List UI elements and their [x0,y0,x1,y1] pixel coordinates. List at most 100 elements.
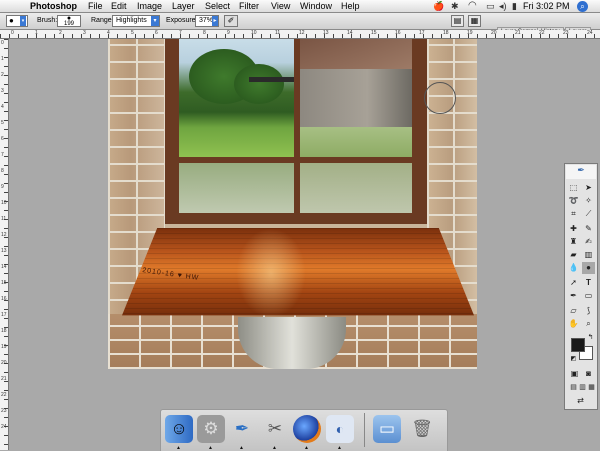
menu-select[interactable]: Select [205,1,230,11]
pen-tool-icon[interactable]: ✒ [567,290,580,302]
ruler-label: 7 [1,152,4,158]
vertical-ruler[interactable]: 0 1 2 3 4 5 6 7 8 9 10 11 12 13 14 15 16… [0,39,9,450]
standard-mode-icon[interactable]: ▣ [568,368,581,380]
range-select[interactable]: Highlights ▾ [112,15,160,27]
gradient-tool-icon[interactable]: ▥ [582,249,595,261]
menu-clock[interactable]: Fri 3:02 PM [523,1,570,11]
quick-mask-icon[interactable]: ◙ [582,368,595,380]
burn-tool-icon[interactable]: ● [582,262,595,274]
ruler-label: 22 [539,30,545,36]
tool-preset-picker[interactable]: ● ▾ [6,15,28,27]
ruler-label: 4 [1,104,4,110]
finder-icon[interactable]: ☺ [165,415,193,443]
chevron-right-icon: ▸ [212,16,218,26]
magic-wand-tool-icon[interactable]: ✧ [582,195,595,207]
history-brush-tool-icon[interactable]: ✍ [582,236,595,248]
menu-window[interactable]: Window [300,1,332,11]
ruler-label: 9 [1,184,4,190]
dock-separator [364,413,365,447]
healing-brush-tool-icon[interactable]: ✚ [567,223,580,235]
menu-file[interactable]: File [88,1,103,11]
jump-to-imageready-icon[interactable]: ⇄ [574,395,587,407]
app-name-menu[interactable]: Photoshop [30,1,77,11]
ruler-label: 7 [179,30,182,36]
tree-shape [234,64,284,104]
path-selection-tool-icon[interactable]: ➚ [567,277,580,289]
ruler-label: 8 [1,168,4,174]
ruler-label: 19 [1,344,7,350]
firefox-icon[interactable] [293,415,321,443]
brush-cursor [424,82,456,114]
brush-tool-icon[interactable]: ✎ [582,223,595,235]
ruler-label: 11 [275,30,281,36]
ruler-label: 20 [491,30,497,36]
folder-icon[interactable]: ▭ [373,415,401,443]
exposure-field[interactable]: 37% ▸ [195,15,219,27]
ruler-label: 20 [1,360,7,366]
lasso-tool-icon[interactable]: ➰ [567,195,580,207]
notes-tool-icon[interactable]: ▱ [567,305,580,317]
trash-icon[interactable]: 🗑 [408,415,436,443]
ruler-label: 15 [1,280,7,286]
chevron-down-icon: ▾ [20,16,26,26]
move-tool-icon[interactable]: ➤ [582,182,595,194]
type-tool-icon[interactable]: T [582,277,595,289]
brush-picker[interactable]: ● 199 [57,15,81,27]
hand-tool-icon[interactable]: ✋ [567,318,580,330]
screen-mode-full-icon[interactable]: ▦ [585,382,598,394]
feather-logo-icon[interactable]: ✒ [566,165,596,179]
exposure-value: 37% [199,17,214,24]
palette-toggle-button[interactable]: ▦ [468,15,481,27]
menu-view[interactable]: View [271,1,290,11]
foreground-color-swatch[interactable] [571,338,585,352]
marquee-tool-icon[interactable]: ⬚ [567,182,580,194]
ruler-label: 5 [1,120,4,126]
default-colors-icon[interactable]: ◩ [567,353,580,365]
ruler-label: 18 [1,328,7,334]
ruler-label: 6 [155,30,158,36]
swap-colors-icon[interactable]: ↰ [584,332,597,344]
menu-help[interactable]: Help [341,1,360,11]
wifi-icon[interactable]: ◠ [468,0,477,13]
zoom-tool-icon[interactable]: ⌕ [582,318,595,330]
window-pane-top-right [300,39,412,157]
ruler-label: 13 [1,248,7,254]
ruler-label: 0 [1,40,4,46]
blur-tool-icon[interactable]: 💧 [567,262,580,274]
shed-roof [249,77,294,82]
menu-layer[interactable]: Layer [172,1,195,11]
menu-image[interactable]: Image [137,1,162,11]
crop-tool-icon[interactable]: ⌗ [567,208,580,220]
eyedropper-tool-icon[interactable]: ⟆ [582,305,595,317]
preview-icon[interactable]: ◐ [326,415,354,443]
airbrush-icon: ✐ [227,16,235,25]
ruler-label: 24 [1,424,7,430]
ruler-label: 3 [1,88,4,94]
ruler-label: 2 [1,72,4,78]
menu-edit[interactable]: Edit [111,1,127,11]
menu-filter[interactable]: Filter [239,1,259,11]
slice-tool-icon[interactable]: ⟋ [582,208,595,220]
feather-icon[interactable]: ✒ [228,415,256,443]
clone-stamp-tool-icon[interactable]: ♜ [567,236,580,248]
ruler-label: 12 [1,232,7,238]
horizontal-ruler[interactable]: 0 1 2 3 4 5 6 7 8 9 10 11 12 13 14 15 16… [0,30,600,39]
ruler-label: 22 [1,392,7,398]
ruler-label: 16 [395,30,401,36]
light-glow [236,228,306,318]
scissors-icon[interactable]: ✂ [261,415,289,443]
system-prefs-icon[interactable]: ⚙ [197,415,225,443]
dodge-tool-icon: ● [9,16,14,25]
ruler-label: 6 [1,136,4,142]
file-browser-button[interactable]: ▤ [451,15,464,27]
window-frame [165,39,427,224]
running-indicator-icon: ▲ [208,445,213,451]
shape-tool-icon[interactable]: ▭ [582,290,595,302]
window-pane-bottom-right [300,163,412,213]
exposure-label: Exposure: [166,17,198,24]
spotlight-icon[interactable]: ⌕ [577,1,588,12]
eraser-tool-icon[interactable]: ▰ [567,249,580,261]
airbrush-toggle[interactable]: ✐ [224,15,238,27]
running-indicator-icon: ▲ [304,445,309,451]
document-canvas[interactable]: 2010-16 ♥ HW [108,39,477,369]
